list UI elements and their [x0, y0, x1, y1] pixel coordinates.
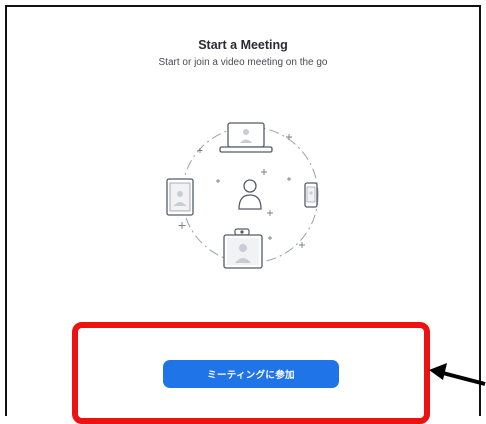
user-icon — [238, 179, 262, 210]
page-subtitle: Start or join a video meeting on the go — [158, 57, 328, 68]
room-system-icon — [223, 228, 263, 269]
page-title: Start a Meeting — [198, 38, 288, 52]
tablet-icon — [166, 178, 194, 216]
phone-icon — [304, 182, 318, 208]
highlight-annotation-box — [72, 322, 430, 424]
pointer-arrow-icon — [429, 363, 486, 386]
devices-connected-illustration — [166, 122, 319, 269]
laptop-icon — [219, 122, 273, 153]
